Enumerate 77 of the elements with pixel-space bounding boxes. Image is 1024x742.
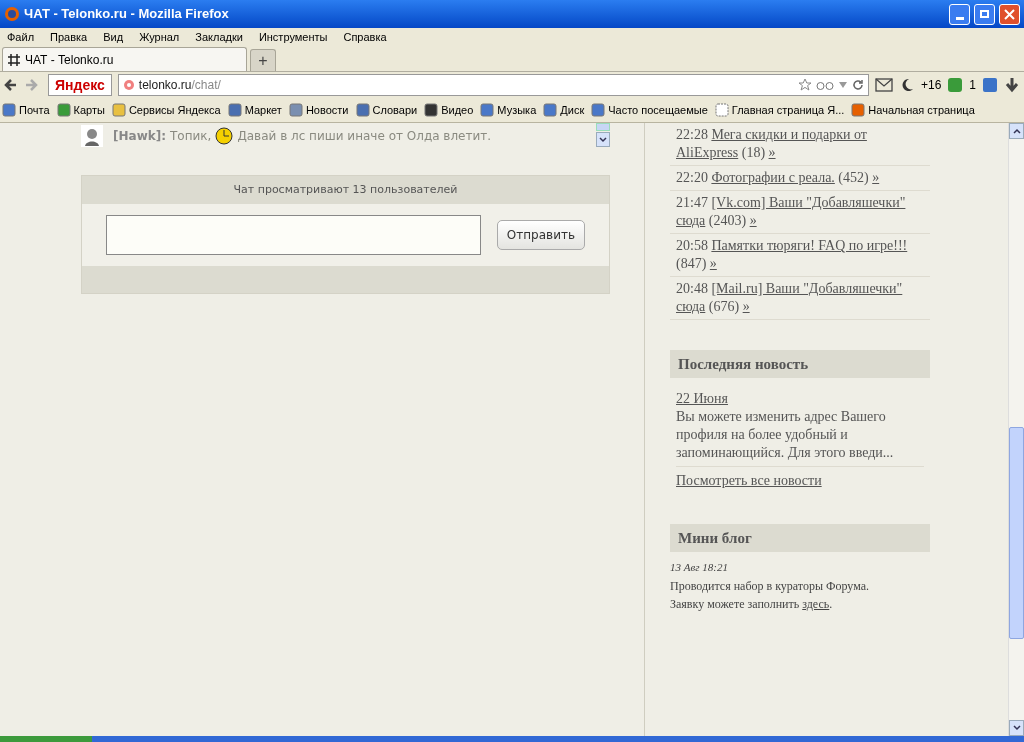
bookmark-icon [227,103,242,117]
maximize-button[interactable] [974,3,995,25]
hash-icon [7,52,21,67]
page-scrollbar[interactable] [1008,123,1024,736]
bookmark-item[interactable]: Главная страница Я... [714,101,845,119]
menu-item[interactable]: Инструменты [258,28,328,46]
badge-icon [947,77,964,93]
viewers-count: Чат просматривают 13 пользователей [82,176,609,204]
search-logo[interactable]: Яндекс [48,74,112,96]
avatar-icon [81,125,103,147]
bookmark-icon [2,103,16,117]
blog-date: 13 Авг 18:21 [670,560,729,575]
menu-item[interactable]: Закладки [195,28,243,46]
new-tab-button[interactable]: + [250,49,276,71]
section-heading: Мини блог [670,524,930,552]
bookmark-icon [480,103,495,117]
firefox-icon [4,6,20,22]
bookmark-item[interactable]: Начальная страница [851,101,975,119]
news-date-link[interactable]: 22 Июня [676,390,924,408]
bookmark-item[interactable]: Диск [543,101,585,119]
download-icon[interactable] [1004,77,1020,93]
bookmark-item[interactable]: Часто посещаемые [591,101,708,119]
close-icon [1004,8,1015,20]
bookmark-icon [424,103,439,117]
scroll-up-icon [1012,128,1021,134]
address-field[interactable]: telonko.ru/chat/ [117,74,869,96]
bookmark-icon [714,103,729,117]
glasses-icon[interactable] [815,79,834,91]
bookmark-item[interactable]: Словари [355,101,418,119]
bookmark-item[interactable]: Маркет [227,101,282,119]
bookmark-item[interactable]: Сервисы Яндекса [111,101,221,119]
bookmark-icon [591,103,606,117]
mail-icon[interactable] [874,78,893,92]
all-news-link[interactable]: Посмотреть все новости [676,472,924,490]
topic-entry: 20:48 [Mail.ru] Ваши "Добавляшечки" сюда (676) » [670,277,930,320]
window-title: ЧАТ - Telonko.ru - Mozilla Firefox [24,5,230,24]
dropdown-icon[interactable] [837,81,848,89]
bookmark-item[interactable]: Почта [2,101,50,119]
bookmark-icon [288,103,303,117]
weather-reading[interactable]: +16 [920,76,942,94]
message-input[interactable] [106,215,481,255]
minimize-button[interactable] [949,3,970,25]
address-domain: telonko.ru [138,78,192,92]
back-icon[interactable] [4,78,18,92]
bookmark-icon [355,103,370,117]
scroll-down-icon [599,136,607,143]
close-button[interactable] [999,3,1020,25]
star-icon[interactable] [797,78,812,92]
chat-message: [Hawk]: Топик, Давай в лс пиши иначе от Олда влетит. [113,127,493,145]
reload-icon[interactable] [851,79,864,91]
topic-entry: 22:28 Мега скидки и подарки от AliExpress (18) » [670,123,930,166]
topic-entry: 21:47 [Vk.com] Ваши "Добавляшечки" сюда (2403) » [670,191,930,234]
bookmark-icon [543,103,558,117]
bookmark-item[interactable]: Музыка [480,101,537,119]
menu-item[interactable]: Справка [343,28,387,46]
bookmark-icon [851,103,866,117]
address-path: /chat/ [191,78,221,92]
section-heading: Последняя новость [670,350,930,378]
bookmark-icon [56,103,71,117]
topic-entry: 22:20 Фотографии с реала. (452) » [670,166,930,191]
bookmark-icon [111,103,126,117]
news-text: Вы можете изменить адрес Вашего профиля на более удобный и запоминающийся. Для этого введи... [676,408,924,467]
menu-item[interactable]: Правка [50,28,88,46]
notification-count[interactable]: 1 [969,76,976,94]
menu-item[interactable]: Вид [103,28,124,46]
browser-tab[interactable]: ЧАТ - Telonko.ru [2,47,247,71]
bookmark-item[interactable]: Видео [424,101,474,119]
site-icon [122,79,135,91]
chat-scrollbar[interactable] [596,123,610,148]
topic-entry: 20:58 Памятки тюряги! FAQ по игре!!! (847) » [670,234,930,277]
send-button[interactable]: Отправить [496,220,585,250]
menu-item[interactable]: Файл [7,28,35,46]
blog-post: Проводится набор в кураторы Форума. Заявку можете заполнить здесь. [670,578,870,613]
bookmark-item[interactable]: Новости [288,101,349,119]
menu-item[interactable]: Журнал [139,28,180,46]
bookmark-item[interactable]: Карты [56,101,105,119]
scroll-down-icon [1012,725,1021,731]
